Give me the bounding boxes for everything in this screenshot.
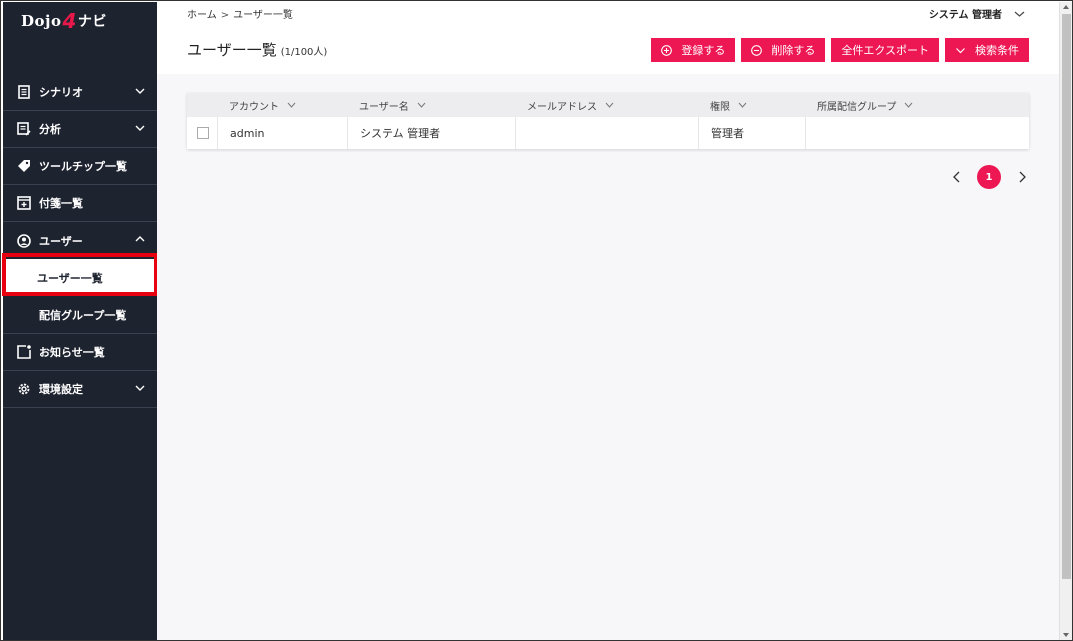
chevron-down-icon [955, 45, 966, 56]
sidebar-item-label: ユーザー [39, 234, 83, 248]
sidebar-item-label: ツールチップ一覧 [39, 160, 127, 173]
breadcrumb: ホーム > ユーザー一覧 [187, 6, 293, 21]
header-select-cell [187, 93, 217, 117]
column-header-groups[interactable]: 所属配信グループ [805, 93, 1029, 117]
gear-icon [17, 382, 31, 396]
register-button[interactable]: 登録する [651, 38, 736, 62]
row-checkbox[interactable] [197, 127, 209, 139]
next-page-icon[interactable] [1017, 170, 1027, 184]
scroll-down-arrow-icon[interactable] [1062, 632, 1070, 638]
sort-chevron-icon [738, 102, 747, 108]
sidebar-item-notices[interactable]: お知らせ一覧 [3, 334, 157, 371]
cell-account: admin [217, 117, 347, 149]
chevron-down-icon [135, 88, 145, 94]
vertical-scrollbar[interactable] [1059, 2, 1072, 640]
sidebar-item-label: 環境設定 [39, 383, 83, 396]
export-all-button[interactable]: 全件エクスポート [831, 38, 939, 62]
column-header-label: ユーザー名 [359, 101, 409, 113]
sidebar-item-user[interactable]: ユーザー [3, 222, 157, 259]
notice-icon [17, 345, 31, 359]
column-header-label: 所属配信グループ [817, 101, 897, 113]
app-window: Dojo 4 ナビ シナリオ 分析 ツールチップ一覧 付箋一覧 ユーザー ユーザ… [0, 0, 1073, 641]
delete-button[interactable]: 削除する [741, 38, 826, 62]
column-header-account[interactable]: アカウント [217, 93, 347, 117]
user-table: アカウント ユーザー名 メールアドレス 権限 所属配信グループ admin シス… [187, 93, 1029, 149]
sidebar-subitem-distribution-groups[interactable]: 配信グループ一覧 [3, 296, 157, 333]
main-content: ホーム > ユーザー一覧 システム 管理者 ユーザー一覧 (1/100人) 登録する … [157, 2, 1059, 640]
sort-chevron-icon [417, 102, 426, 108]
sort-chevron-icon [605, 102, 614, 108]
sidebar-item-scenario[interactable]: シナリオ [3, 74, 157, 111]
logo-text-dojo: Dojo [21, 12, 62, 30]
tag-icon [17, 159, 31, 173]
breadcrumb-current: ユーザー一覧 [233, 10, 293, 21]
cell-groups [805, 117, 1029, 149]
breadcrumb-home[interactable]: ホーム [187, 10, 217, 21]
sidebar-item-label: お知らせ一覧 [39, 346, 105, 359]
table-header: アカウント ユーザー名 メールアドレス 権限 所属配信グループ [187, 93, 1029, 117]
sidebar-item-settings[interactable]: 環境設定 [3, 371, 157, 408]
analysis-icon [17, 122, 31, 136]
register-button-label: 登録する [681, 44, 726, 57]
sort-chevron-icon [287, 102, 296, 108]
prev-page-icon[interactable] [951, 170, 961, 184]
sidebar-item-sticky-notes[interactable]: 付箋一覧 [3, 185, 157, 222]
sidebar-item-label: 付箋一覧 [39, 197, 83, 210]
row-select-cell [187, 117, 217, 149]
minus-circle-icon [751, 44, 763, 56]
sidebar-item-label: 分析 [39, 123, 61, 136]
column-header-email[interactable]: メールアドレス [515, 93, 698, 117]
sticky-note-icon [17, 196, 31, 210]
action-toolbar: 登録する 削除する 全件エクスポート 検索条件 [651, 38, 1029, 62]
logo-text-four: 4 [62, 9, 77, 33]
page-title: ユーザー一覧 (1/100人) [187, 39, 327, 60]
page-count: (1/100人) [280, 47, 328, 58]
column-header-label: アカウント [229, 101, 279, 113]
sidebar: Dojo 4 ナビ シナリオ 分析 ツールチップ一覧 付箋一覧 ユーザー ユーザ… [3, 2, 157, 640]
column-header-role[interactable]: 権限 [698, 93, 805, 117]
sidebar-menu: シナリオ 分析 ツールチップ一覧 付箋一覧 ユーザー ユーザー一覧 配信グループ… [3, 74, 157, 408]
user-menu[interactable]: システム 管理者 [929, 6, 1025, 21]
plus-circle-icon [661, 44, 673, 56]
scrollbar-thumb[interactable] [1062, 14, 1071, 579]
cell-role: 管理者 [698, 117, 805, 149]
cell-email [515, 117, 698, 149]
user-circle-icon [17, 233, 31, 248]
column-header-label: 権限 [710, 101, 730, 113]
column-header-label: メールアドレス [527, 101, 597, 113]
sidebar-item-tooltips[interactable]: ツールチップ一覧 [3, 148, 157, 185]
search-conditions-button-label: 検索条件 [975, 44, 1019, 57]
logo-text-navi: ナビ [77, 14, 107, 30]
pagination: 1 [951, 165, 1027, 189]
chevron-down-icon [135, 125, 145, 131]
sidebar-group-user: ユーザー ユーザー一覧 配信グループ一覧 [3, 222, 157, 334]
page-number-current[interactable]: 1 [977, 165, 1001, 189]
sidebar-item-analysis[interactable]: 分析 [3, 111, 157, 148]
export-all-button-label: 全件エクスポート [841, 44, 929, 57]
scroll-up-arrow-icon[interactable] [1062, 4, 1070, 10]
app-logo[interactable]: Dojo 4 ナビ [21, 9, 107, 33]
breadcrumb-separator: > [220, 10, 230, 21]
chevron-down-icon [135, 385, 145, 391]
sidebar-item-label: シナリオ [39, 86, 83, 99]
search-conditions-button[interactable]: 検索条件 [945, 38, 1029, 62]
delete-button-label: 削除する [771, 44, 816, 57]
page-header: ホーム > ユーザー一覧 システム 管理者 ユーザー一覧 (1/100人) 登録する … [157, 2, 1059, 74]
user-name: システム 管理者 [928, 10, 1002, 21]
chevron-down-icon [1014, 11, 1025, 17]
table-row[interactable]: admin システム 管理者 管理者 [187, 117, 1029, 149]
chevron-up-icon [135, 236, 145, 242]
document-icon [17, 85, 31, 99]
sort-chevron-icon [905, 102, 913, 108]
sidebar-subitem-user-list[interactable]: ユーザー一覧 [3, 259, 155, 296]
column-header-username[interactable]: ユーザー名 [347, 93, 515, 117]
cell-username: システム 管理者 [347, 117, 515, 149]
page-title-text: ユーザー一覧 [187, 41, 277, 59]
